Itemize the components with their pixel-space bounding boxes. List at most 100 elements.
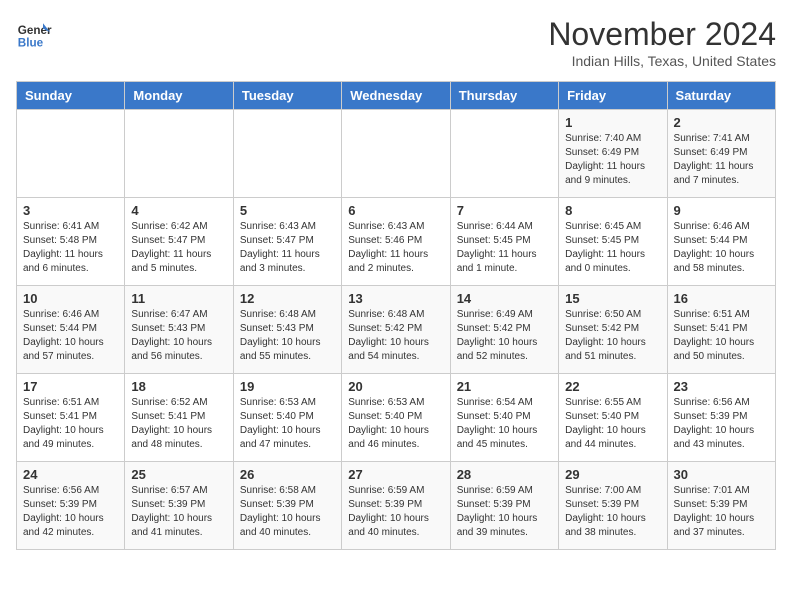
calendar-cell: 26 Sunrise: 6:58 AM Sunset: 5:39 PM Dayli… xyxy=(233,462,341,550)
day-number: 19 xyxy=(240,379,335,394)
title-area: November 2024 Indian Hills, Texas, Unite… xyxy=(548,16,776,69)
calendar-cell: 7Sunrise: 6:44 AM Sunset: 5:45 PM Daylig… xyxy=(450,198,558,286)
day-content: Sunrise: 6:49 AM Sunset: 5:42 PM Dayligh… xyxy=(457,308,552,364)
day-number: 1 xyxy=(565,115,660,130)
day-number: 4 xyxy=(131,203,226,218)
day-number: 29 xyxy=(565,467,660,482)
page-header: General Blue November 2024 Indian Hills,… xyxy=(16,16,776,69)
day-number: 21 xyxy=(457,379,552,394)
calendar-cell: 15Sunrise: 6:50 AM Sunset: 5:42 PM Dayli… xyxy=(559,286,667,374)
day-number: 5 xyxy=(240,203,335,218)
day-content: Sunrise: 6:43 AM Sunset: 5:47 PM Dayligh… xyxy=(240,220,335,276)
day-number: 14 xyxy=(457,291,552,306)
calendar-cell: 2 Sunrise: 7:41 AM Sunset: 6:49 PM Daylig… xyxy=(667,110,775,198)
week-row-4: 17 Sunrise: 6:51 AM Sunset: 5:41 PM Dayli… xyxy=(17,374,776,462)
calendar-cell: 10Sunrise: 6:46 AM Sunset: 5:44 PM Dayli… xyxy=(17,286,125,374)
week-row-2: 3 Sunrise: 6:41 AM Sunset: 5:48 PM Daylig… xyxy=(17,198,776,286)
weekday-header-friday: Friday xyxy=(559,82,667,110)
calendar-table: SundayMondayTuesdayWednesdayThursdayFrid… xyxy=(16,81,776,550)
calendar-cell: 13 Sunrise: 6:48 AM Sunset: 5:42 PM Dayli… xyxy=(342,286,450,374)
weekday-header-wednesday: Wednesday xyxy=(342,82,450,110)
day-number: 26 xyxy=(240,467,335,482)
calendar-cell: 6 Sunrise: 6:43 AM Sunset: 5:46 PM Daylig… xyxy=(342,198,450,286)
day-number: 18 xyxy=(131,379,226,394)
weekday-header-thursday: Thursday xyxy=(450,82,558,110)
day-number: 20 xyxy=(348,379,443,394)
day-number: 23 xyxy=(674,379,769,394)
week-row-5: 24 Sunrise: 6:56 AM Sunset: 5:39 PM Dayli… xyxy=(17,462,776,550)
svg-text:Blue: Blue xyxy=(18,37,44,50)
calendar-cell: 16 Sunrise: 6:51 AM Sunset: 5:41 PM Dayli… xyxy=(667,286,775,374)
day-content: Sunrise: 6:54 AM Sunset: 5:40 PM Dayligh… xyxy=(457,396,552,452)
day-content: Sunrise: 6:51 AM Sunset: 5:41 PM Dayligh… xyxy=(23,396,118,452)
day-content: Sunrise: 6:55 AM Sunset: 5:40 PM Dayligh… xyxy=(565,396,660,452)
day-number: 12 xyxy=(240,291,335,306)
calendar-cell: 14 Sunrise: 6:49 AM Sunset: 5:42 PM Dayli… xyxy=(450,286,558,374)
logo-icon: General Blue xyxy=(16,16,52,52)
calendar-cell: 24 Sunrise: 6:56 AM Sunset: 5:39 PM Dayli… xyxy=(17,462,125,550)
calendar-cell: 11 Sunrise: 6:47 AM Sunset: 5:43 PM Dayli… xyxy=(125,286,233,374)
day-content: Sunrise: 6:48 AM Sunset: 5:42 PM Dayligh… xyxy=(348,308,443,364)
day-content: Sunrise: 6:46 AM Sunset: 5:44 PM Dayligh… xyxy=(23,308,118,364)
calendar-cell: 22 Sunrise: 6:55 AM Sunset: 5:40 PM Dayli… xyxy=(559,374,667,462)
day-content: Sunrise: 7:41 AM Sunset: 6:49 PM Dayligh… xyxy=(674,132,769,188)
day-number: 8 xyxy=(565,203,660,218)
day-number: 17 xyxy=(23,379,118,394)
calendar-cell: 19 Sunrise: 6:53 AM Sunset: 5:40 PM Dayli… xyxy=(233,374,341,462)
day-content: Sunrise: 6:52 AM Sunset: 5:41 PM Dayligh… xyxy=(131,396,226,452)
day-content: Sunrise: 6:47 AM Sunset: 5:43 PM Dayligh… xyxy=(131,308,226,364)
day-content: Sunrise: 6:59 AM Sunset: 5:39 PM Dayligh… xyxy=(348,484,443,540)
day-content: Sunrise: 6:41 AM Sunset: 5:48 PM Dayligh… xyxy=(23,220,118,276)
calendar-cell: 3 Sunrise: 6:41 AM Sunset: 5:48 PM Daylig… xyxy=(17,198,125,286)
logo: General Blue xyxy=(16,16,52,52)
day-content: Sunrise: 6:43 AM Sunset: 5:46 PM Dayligh… xyxy=(348,220,443,276)
day-number: 3 xyxy=(23,203,118,218)
weekday-header-tuesday: Tuesday xyxy=(233,82,341,110)
weekday-header-sunday: Sunday xyxy=(17,82,125,110)
day-number: 11 xyxy=(131,291,226,306)
day-number: 24 xyxy=(23,467,118,482)
day-content: Sunrise: 6:53 AM Sunset: 5:40 PM Dayligh… xyxy=(348,396,443,452)
day-content: Sunrise: 6:44 AM Sunset: 5:45 PM Dayligh… xyxy=(457,220,552,276)
day-content: Sunrise: 6:59 AM Sunset: 5:39 PM Dayligh… xyxy=(457,484,552,540)
calendar-cell xyxy=(233,110,341,198)
calendar-cell xyxy=(17,110,125,198)
calendar-cell: 1Sunrise: 7:40 AM Sunset: 6:49 PM Daylig… xyxy=(559,110,667,198)
weekday-header-monday: Monday xyxy=(125,82,233,110)
calendar-cell xyxy=(342,110,450,198)
day-content: Sunrise: 6:50 AM Sunset: 5:42 PM Dayligh… xyxy=(565,308,660,364)
calendar-cell: 12 Sunrise: 6:48 AM Sunset: 5:43 PM Dayli… xyxy=(233,286,341,374)
calendar-cell: 9 Sunrise: 6:46 AM Sunset: 5:44 PM Daylig… xyxy=(667,198,775,286)
day-content: Sunrise: 6:45 AM Sunset: 5:45 PM Dayligh… xyxy=(565,220,660,276)
calendar-cell: 5 Sunrise: 6:43 AM Sunset: 5:47 PM Daylig… xyxy=(233,198,341,286)
day-content: Sunrise: 6:56 AM Sunset: 5:39 PM Dayligh… xyxy=(23,484,118,540)
day-number: 25 xyxy=(131,467,226,482)
day-number: 9 xyxy=(674,203,769,218)
day-content: Sunrise: 6:46 AM Sunset: 5:44 PM Dayligh… xyxy=(674,220,769,276)
calendar-cell: 27 Sunrise: 6:59 AM Sunset: 5:39 PM Dayli… xyxy=(342,462,450,550)
day-number: 16 xyxy=(674,291,769,306)
calendar-cell: 25 Sunrise: 6:57 AM Sunset: 5:39 PM Dayli… xyxy=(125,462,233,550)
calendar-cell: 4 Sunrise: 6:42 AM Sunset: 5:47 PM Daylig… xyxy=(125,198,233,286)
day-content: Sunrise: 6:53 AM Sunset: 5:40 PM Dayligh… xyxy=(240,396,335,452)
day-number: 28 xyxy=(457,467,552,482)
day-content: Sunrise: 6:48 AM Sunset: 5:43 PM Dayligh… xyxy=(240,308,335,364)
day-content: Sunrise: 6:51 AM Sunset: 5:41 PM Dayligh… xyxy=(674,308,769,364)
day-number: 13 xyxy=(348,291,443,306)
day-content: Sunrise: 6:57 AM Sunset: 5:39 PM Dayligh… xyxy=(131,484,226,540)
day-content: Sunrise: 6:56 AM Sunset: 5:39 PM Dayligh… xyxy=(674,396,769,452)
day-number: 2 xyxy=(674,115,769,130)
day-number: 6 xyxy=(348,203,443,218)
week-row-3: 10Sunrise: 6:46 AM Sunset: 5:44 PM Dayli… xyxy=(17,286,776,374)
weekday-header-row: SundayMondayTuesdayWednesdayThursdayFrid… xyxy=(17,82,776,110)
calendar-cell: 29Sunrise: 7:00 AM Sunset: 5:39 PM Dayli… xyxy=(559,462,667,550)
calendar-cell: 17 Sunrise: 6:51 AM Sunset: 5:41 PM Dayli… xyxy=(17,374,125,462)
day-content: Sunrise: 6:42 AM Sunset: 5:47 PM Dayligh… xyxy=(131,220,226,276)
weekday-header-saturday: Saturday xyxy=(667,82,775,110)
day-number: 27 xyxy=(348,467,443,482)
calendar-cell: 21 Sunrise: 6:54 AM Sunset: 5:40 PM Dayli… xyxy=(450,374,558,462)
day-number: 22 xyxy=(565,379,660,394)
calendar-cell: 18 Sunrise: 6:52 AM Sunset: 5:41 PM Dayli… xyxy=(125,374,233,462)
calendar-cell: 8 Sunrise: 6:45 AM Sunset: 5:45 PM Daylig… xyxy=(559,198,667,286)
day-content: Sunrise: 6:58 AM Sunset: 5:39 PM Dayligh… xyxy=(240,484,335,540)
